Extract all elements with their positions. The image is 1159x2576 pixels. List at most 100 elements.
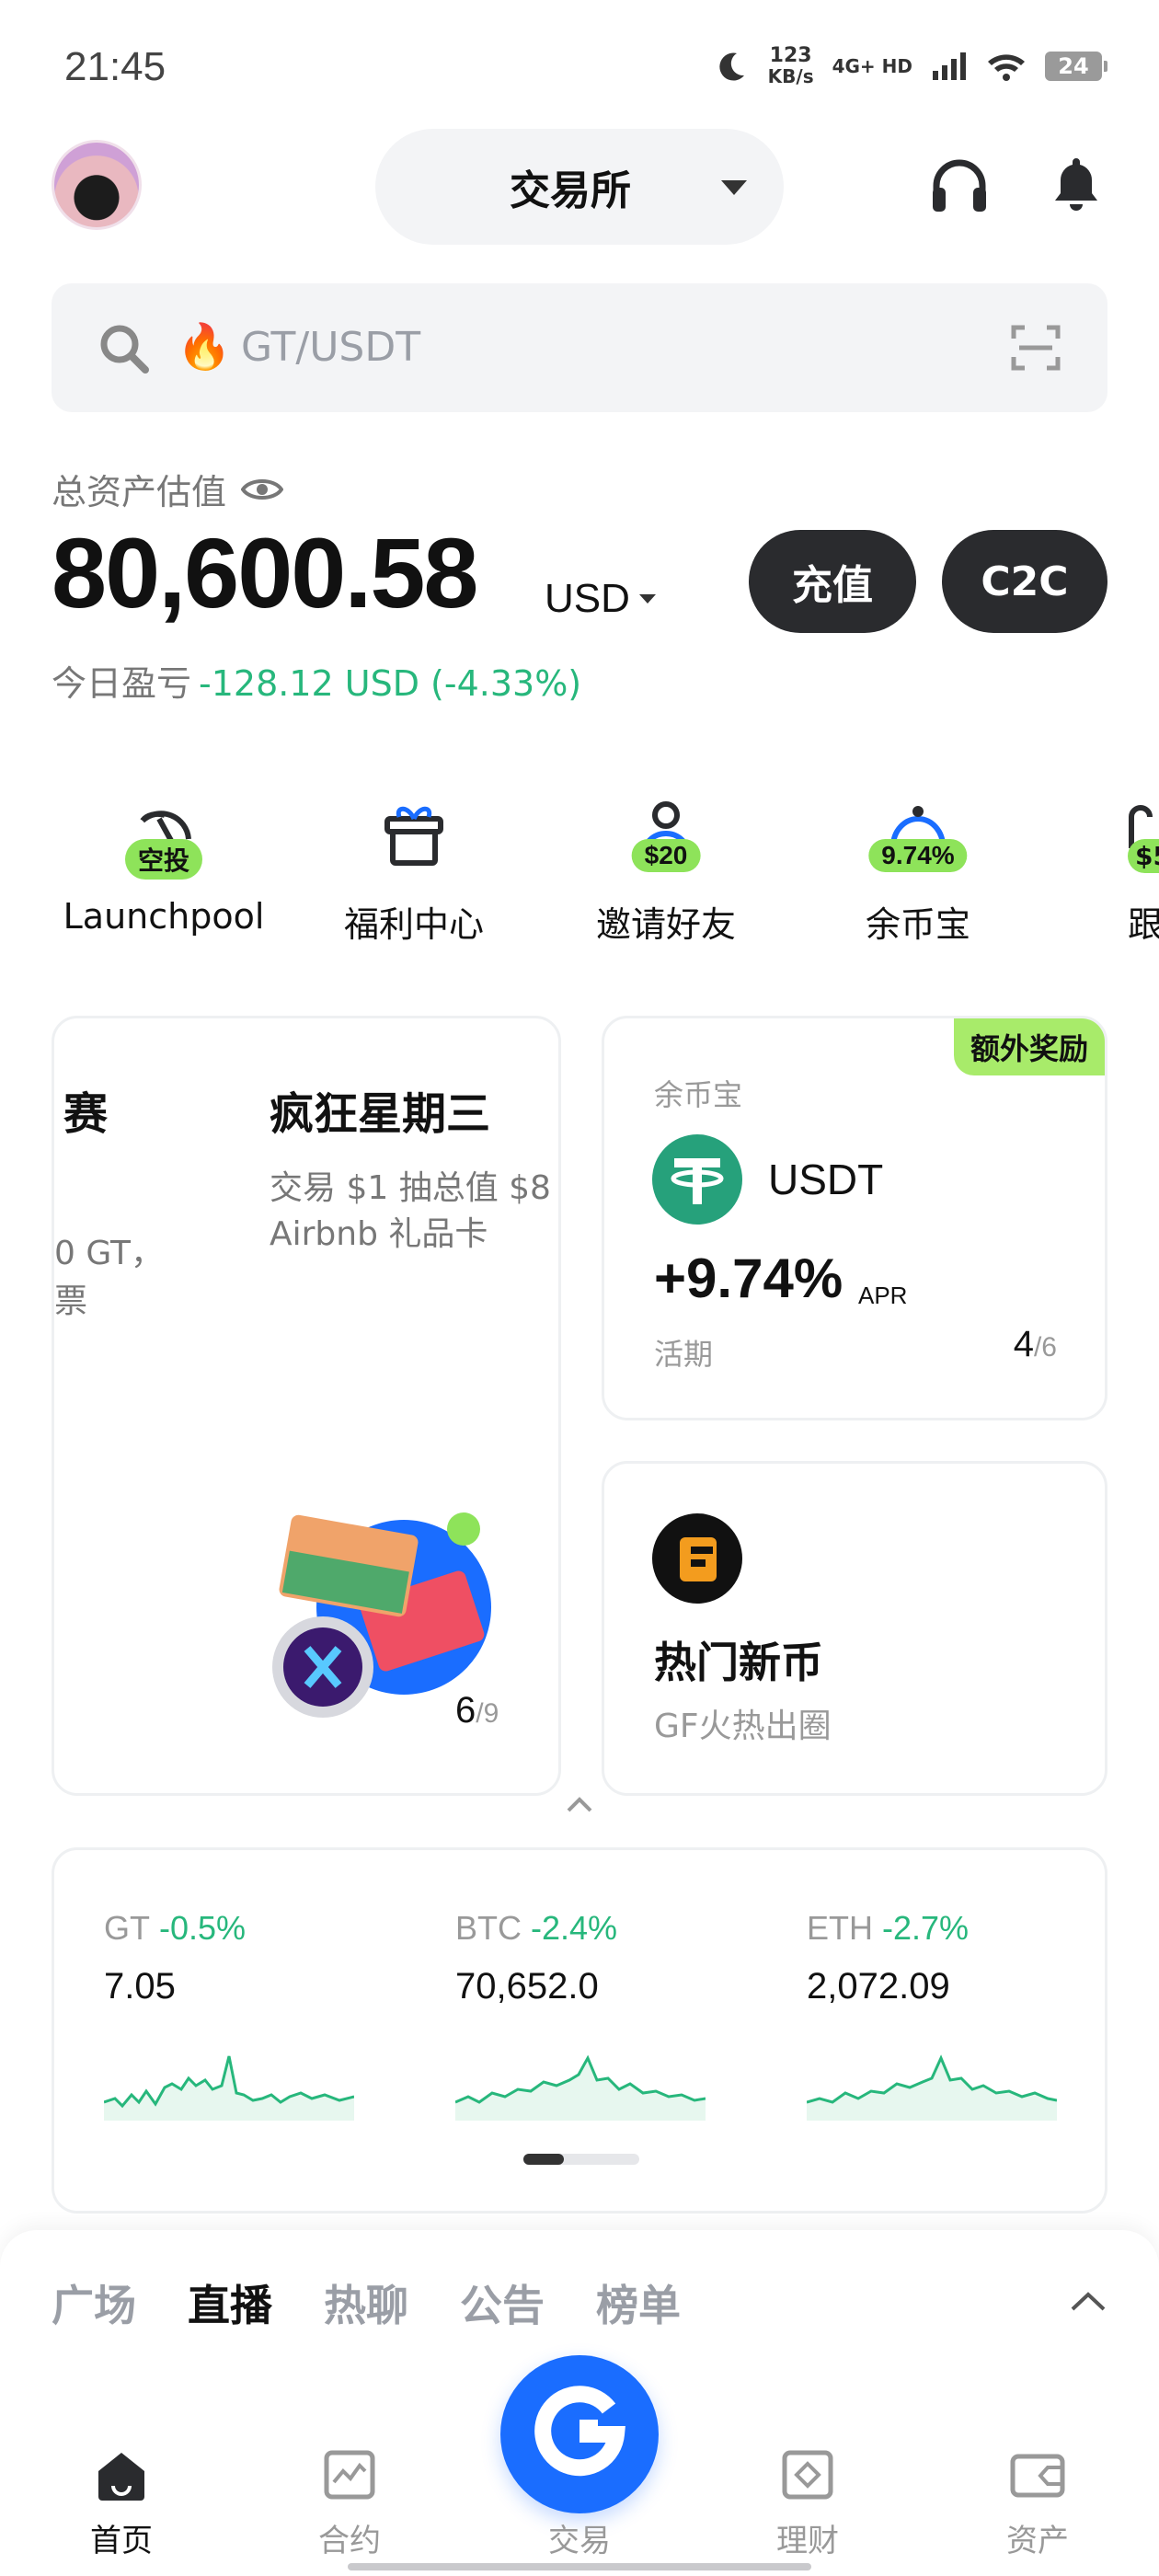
caret-down-icon — [721, 180, 747, 195]
nav-home[interactable]: 首页 — [48, 2447, 195, 2559]
search-placeholder: GT/USDT — [241, 324, 421, 371]
new-coin-card[interactable]: 热门新币 GF火热出圈 — [602, 1461, 1107, 1796]
bell-icon[interactable] — [1049, 155, 1104, 215]
nav-label: 合约 — [318, 2523, 381, 2559]
currency-selector[interactable]: USD — [545, 576, 656, 622]
network-type: 4G+ HD — [832, 55, 912, 77]
status-time: 21:45 — [64, 44, 166, 89]
ticker-price: 2,072.09 — [807, 1966, 950, 2007]
finance-icon — [782, 2450, 833, 2500]
futures-chart-icon — [324, 2450, 375, 2500]
savings-subtitle: 余币宝 — [654, 1077, 743, 1112]
nav-label: 首页 — [90, 2523, 153, 2559]
assets-label: 总资产估值 — [52, 464, 284, 514]
ticker-btc[interactable]: BTC -2.4% 70,652.0 — [455, 1909, 731, 2121]
shortcut-label: Launchpool — [63, 896, 265, 937]
trade-button[interactable] — [500, 2355, 659, 2513]
ticker-change: -0.5% — [159, 1909, 247, 1947]
shortcut-launchpool[interactable]: 空投 Launchpool — [53, 791, 274, 948]
fire-icon: 🔥 — [177, 321, 232, 373]
total-assets-value: 80,600.58 — [52, 517, 478, 628]
nav-label: 交易 — [548, 2523, 611, 2559]
shortcut-badge: $20 — [631, 839, 701, 872]
ticker-change: -2.4% — [531, 1909, 618, 1947]
feed-tabs: 广场 直播 热聊 公告 榜单 — [52, 2272, 681, 2333]
search-icon — [100, 325, 149, 374]
tab-hot-chat[interactable]: 热聊 — [324, 2272, 408, 2333]
daily-pnl: 今日盈亏 -128.12 USD (-4.33%) — [52, 663, 582, 704]
shortcut-label: 跟 — [1128, 904, 1159, 945]
new-coin-title: 热门新币 — [654, 1638, 823, 1687]
usdt-coin-icon — [652, 1134, 742, 1225]
coin-name: USDT — [768, 1156, 884, 1203]
sparkline — [455, 2054, 706, 2121]
savings-pager: 4/6 — [1013, 1324, 1057, 1364]
search-bar[interactable]: 🔥 GT/USDT — [52, 283, 1107, 412]
ticker-eth[interactable]: ETH -2.7% 2,072.09 — [807, 1909, 1083, 2121]
sparkline — [104, 2055, 354, 2121]
ticker-page-indicator — [523, 2154, 639, 2165]
ticker-price: 7.05 — [104, 1966, 176, 2007]
headset-icon[interactable] — [931, 158, 988, 213]
ticker-symbol: GT — [104, 1909, 150, 1947]
shortcut-savings[interactable]: 9.74% 余币宝 — [808, 791, 1028, 948]
tab-announcements[interactable]: 公告 — [460, 2272, 545, 2333]
bonus-tag: 额外奖励 — [953, 1018, 1105, 1075]
sparkline — [807, 2054, 1057, 2121]
signal-icon — [933, 52, 966, 80]
prev-promo-desc: 0 GT，票 — [54, 1235, 164, 1320]
shortcut-label: 福利中心 — [343, 904, 484, 945]
ticker-gt[interactable]: GT -0.5% 7.05 — [104, 1909, 380, 2121]
shortcut-label: 邀请好友 — [595, 904, 736, 945]
nav-trade[interactable]: 交易 — [506, 2493, 653, 2559]
ticker-price: 70,652.0 — [455, 1966, 599, 2007]
wifi-icon — [988, 54, 1025, 81]
exchange-label: 交易所 — [510, 167, 631, 214]
tab-rankings[interactable]: 榜单 — [596, 2272, 681, 2333]
promo-title: 疯狂星期三 — [270, 1088, 491, 1140]
home-indicator — [348, 2563, 811, 2570]
wallet-icon — [1010, 2454, 1065, 2498]
shortcut-rewards[interactable]: 福利中心 — [304, 791, 524, 948]
avatar[interactable] — [52, 140, 142, 230]
battery-indicator: 24 — [1045, 52, 1107, 81]
shortcut-badge: 9.74% — [868, 839, 968, 872]
term-label: 活期 — [654, 1337, 714, 1372]
tab-live[interactable]: 直播 — [188, 2272, 272, 2333]
shortcut-badge: $5 — [1128, 839, 1159, 873]
market-ticker-card[interactable]: GT -0.5% 7.05 BTC -2.4% 70,652.0 ETH -2.7% … — [52, 1847, 1107, 2214]
promo-desc: 交易 $1 抽总值 $8 Airbnb 礼品卡 — [270, 1169, 551, 1253]
prev-promo-title: 赛 — [63, 1088, 109, 1140]
network-speed: 123 KB/s — [767, 44, 814, 87]
collapse-chevron-icon[interactable] — [565, 1794, 594, 1814]
nav-label: 资产 — [1006, 2523, 1069, 2559]
apr-label: APR — [858, 1282, 908, 1309]
tab-square[interactable]: 广场 — [52, 2272, 136, 2333]
scan-icon[interactable] — [1010, 322, 1061, 374]
status-icons: 123 KB/s 4G+ HD 24 — [713, 44, 1107, 87]
promo-carousel-card[interactable]: 赛 0 GT，票 疯狂星期三 交易 $1 抽总值 $8 Airbnb 礼品卡 6/… — [52, 1016, 561, 1796]
home-icon — [98, 2453, 144, 2501]
trade-logo-icon — [534, 2386, 625, 2477]
ticker-symbol: ETH — [807, 1909, 873, 1947]
expand-chevron-icon[interactable] — [1069, 2289, 1107, 2313]
caret-down-icon — [638, 594, 656, 604]
promo-pager: 6/9 — [455, 1690, 499, 1731]
shortcut-label: 余币宝 — [865, 904, 970, 945]
c2c-button[interactable]: C2C — [942, 530, 1107, 633]
apr-value: +9.74% — [654, 1248, 843, 1309]
shortcut-invite[interactable]: $20 邀请好友 — [556, 791, 776, 948]
nav-finance[interactable]: 理财 — [734, 2447, 881, 2559]
new-coin-desc: GF火热出圈 — [654, 1708, 832, 1745]
savings-card[interactable]: 额外奖励 余币宝 USDT +9.74% APR 活期 4/6 — [602, 1016, 1107, 1420]
nav-assets[interactable]: 资产 — [964, 2447, 1111, 2559]
nav-futures[interactable]: 合约 — [276, 2447, 423, 2559]
nav-label: 理财 — [776, 2523, 839, 2559]
deposit-button[interactable]: 充值 — [749, 530, 916, 633]
shortcut-badge: 空投 — [124, 839, 203, 880]
ticker-change: -2.7% — [882, 1909, 970, 1947]
eye-icon[interactable] — [241, 476, 284, 503]
moon-icon — [718, 52, 744, 81]
exchange-switcher[interactable]: 交易所 — [375, 129, 784, 245]
shortcut-copy-trade[interactable]: $5 跟 — [1128, 791, 1159, 948]
